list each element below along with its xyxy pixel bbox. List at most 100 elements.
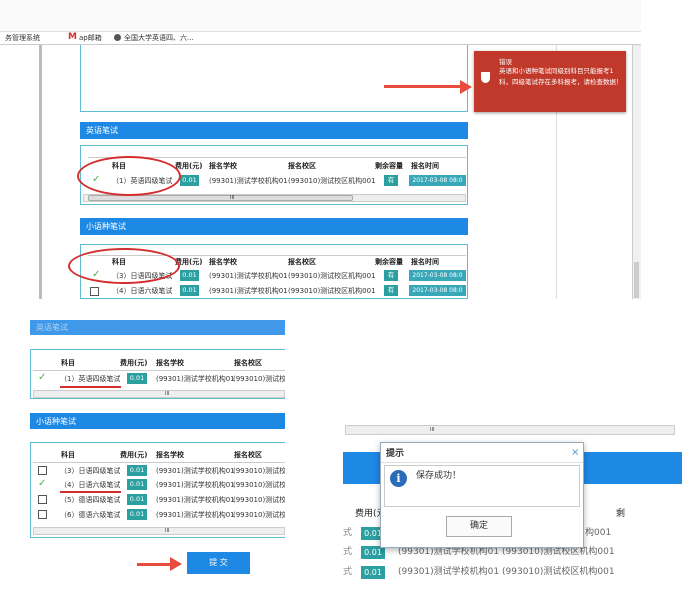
campus-cell: (993010)测试校区机构001 <box>288 272 376 280</box>
english-section-title: 英语笔试 <box>36 323 68 332</box>
arrow-head <box>460 80 472 94</box>
time-badge: 2017-03-08 08:0 <box>409 285 466 296</box>
red-underline <box>60 386 121 388</box>
row-prefix: 式 <box>343 547 353 557</box>
minor-section-header-2: 小语种笔试 <box>30 413 285 429</box>
col-campus: 报名校区 <box>288 258 316 266</box>
school-cell: (99301)测试学校机构01 <box>156 481 235 489</box>
school-cell: (99301)测试学校机构01 <box>209 272 288 280</box>
bookmarks-bar <box>0 0 641 32</box>
school-cell: (99301)测试学校机构01 <box>156 467 235 475</box>
page-scrollbar-thumb[interactable] <box>634 262 639 298</box>
arrow-head <box>170 557 182 571</box>
english-section-title: 英语笔试 <box>86 126 118 135</box>
annotation-ellipse <box>77 156 181 196</box>
campus-cell: (993010)测试校区 <box>233 511 285 519</box>
scroll-grip: III <box>165 391 170 397</box>
col-time: 报名时间 <box>411 162 439 170</box>
check-icon[interactable]: ✓ <box>38 373 46 383</box>
fee-badge: 0.01 <box>127 494 147 505</box>
gmail-logo: M <box>68 32 77 42</box>
subject-cell: （4）日语六级笔试 <box>60 481 121 489</box>
campus-cell: (993010)测试校区机构001 <box>288 177 376 185</box>
dialog-title-line <box>381 462 583 463</box>
scroll-grip: III <box>430 427 435 433</box>
col-campus: 报名校区 <box>234 359 262 367</box>
bg-scrollbar[interactable] <box>345 425 675 435</box>
school-cell: (99301)测试学校机构01 <box>209 287 288 295</box>
minor-section-title: 小语种笔试 <box>36 416 76 426</box>
arrow-to-error <box>384 85 462 88</box>
col-subject: 科目 <box>61 451 75 459</box>
scroll-grip: III <box>230 195 235 201</box>
globe-icon <box>114 34 121 41</box>
school-cell: (99301)测试学校机构01 <box>156 496 235 504</box>
time-badge: 2017-03-08 08:0 <box>409 175 466 186</box>
col-subject: 科目 <box>61 359 75 367</box>
page-scrollbar[interactable] <box>632 45 641 299</box>
ok-button[interactable]: 确定 <box>446 516 512 537</box>
fee-badge: 0.01 <box>180 285 199 296</box>
row-checkbox[interactable] <box>38 466 47 475</box>
col-school: 报名学校 <box>156 451 184 459</box>
fee-badge: 0.01 <box>127 373 147 384</box>
minor-hscroll-2[interactable] <box>33 527 285 535</box>
bookmark-item-system[interactable]: 务管理系统 <box>5 32 40 44</box>
col-time: 报名时间 <box>411 258 439 266</box>
minor-section-title: 小语种笔试 <box>86 222 126 231</box>
col-fee: 费用(元) <box>120 359 148 367</box>
subject-cell: （6）德语六级笔试 <box>60 511 121 519</box>
check-icon[interactable]: ✓ <box>38 479 46 489</box>
table-head-line <box>33 370 285 371</box>
table-head-line <box>33 462 285 463</box>
shield-icon <box>481 72 490 83</box>
subject-cell: （4）日语六级笔试 <box>112 287 173 295</box>
submit-button[interactable]: 提 交 <box>187 552 250 574</box>
subject-cell: （1）英语四级笔试 <box>60 375 121 383</box>
row-checkbox[interactable] <box>38 495 47 504</box>
campus-cell: (993010)测试校区机构001 <box>502 567 615 577</box>
campus-cell: (993010)测试校区 <box>233 467 285 475</box>
bookmark-item-cet[interactable]: 全国大学英语四、六... <box>124 32 194 44</box>
scroll-grip: III <box>165 528 170 534</box>
fee-badge: 0.01 <box>127 479 147 490</box>
subject-cell: （3）日语四级笔试 <box>60 467 121 475</box>
english-section-header-2: 英语笔试 <box>30 320 285 335</box>
english-hscroll-2[interactable] <box>33 390 285 398</box>
capacity-badge: 有 <box>384 285 398 296</box>
page-gutter <box>39 45 42 299</box>
col-capacity: 剩余容量 <box>375 258 403 266</box>
fee-badge: 0.01 <box>180 270 199 281</box>
minor-section-header: 小语种笔试 <box>80 218 468 235</box>
col-school: 报名学校 <box>209 258 237 266</box>
top-form-frame <box>80 45 468 112</box>
campus-cell: (993010)测试校区 <box>233 481 285 489</box>
bookmark-item-mail[interactable]: ap邮箱 <box>79 32 102 44</box>
col-capacity-partial: 剩 <box>616 509 626 519</box>
row-prefix: 式 <box>343 567 353 577</box>
time-badge: 2017-03-08 08:0 <box>409 270 466 281</box>
error-message: 英语和小语种笔试同级别科目只能报考1科，四级笔试存在多科报考，请检查数据！ <box>499 67 623 86</box>
close-icon[interactable]: × <box>571 447 579 459</box>
arrow-to-submit <box>137 563 172 566</box>
fee-badge: 0.01 <box>180 175 199 186</box>
campus-cell: (993010)测试校区 <box>233 375 285 383</box>
capacity-badge: 有 <box>384 270 398 281</box>
campus-cell: (993010)测试校区机构001 <box>288 287 376 295</box>
col-campus: 报名校区 <box>234 451 262 459</box>
row-checkbox[interactable] <box>90 287 99 296</box>
annotation-ellipse <box>68 248 180 284</box>
red-underline <box>60 491 121 493</box>
info-icon: i <box>390 470 407 487</box>
subject-cell: （5）德语四级笔试 <box>60 496 121 504</box>
col-school: 报名学校 <box>156 359 184 367</box>
col-school: 报名学校 <box>209 162 237 170</box>
english-section-header: 英语笔试 <box>80 122 468 139</box>
fee-badge: 0.01 <box>361 566 385 579</box>
dialog-body <box>384 465 580 507</box>
row-checkbox[interactable] <box>38 510 47 519</box>
col-capacity: 剩余容量 <box>375 162 403 170</box>
capacity-badge: 有 <box>384 175 398 186</box>
school-cell: (99301)测试学校机构01 <box>398 567 500 577</box>
col-fee: 费用(元) <box>120 451 148 459</box>
